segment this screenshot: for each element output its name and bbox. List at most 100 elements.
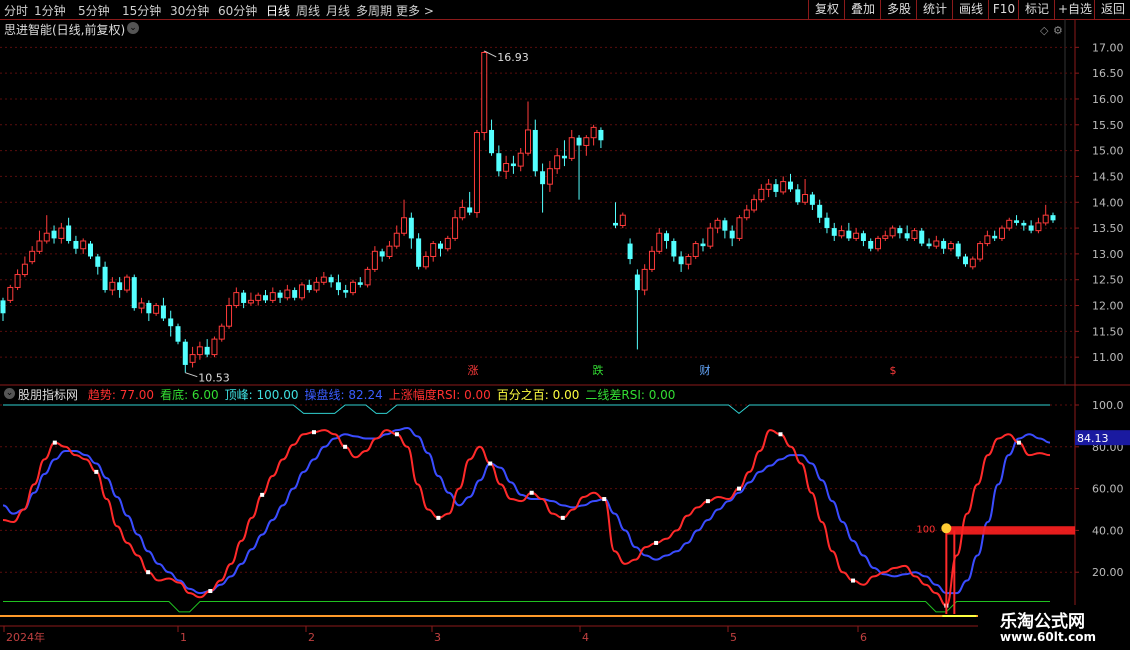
candle-body	[1014, 220, 1020, 223]
candle-body	[875, 237, 881, 250]
candle-body	[226, 305, 233, 327]
candle-body	[846, 230, 852, 239]
candle-body	[123, 276, 130, 291]
trend-marker	[778, 432, 783, 437]
candle-body	[43, 232, 50, 242]
candle-body	[671, 240, 677, 257]
candle-body	[700, 243, 706, 247]
toolbar-button-6[interactable]: 标记	[1018, 0, 1055, 19]
candle-body	[175, 326, 181, 342]
candle-body	[102, 266, 108, 291]
tab-4[interactable]: 30分钟	[170, 2, 209, 19]
candle-body	[641, 268, 648, 291]
kline-chart[interactable]: ◇ ⚙ 16.9310.53涨跌财 $ 17.0016.5016.0015.5015…	[0, 19, 1130, 650]
toolbar-button-4[interactable]: 画线	[952, 0, 989, 19]
time-label: 2024年	[6, 630, 45, 644]
settings-icon: ⚙	[1053, 24, 1063, 37]
candle-body	[969, 258, 976, 268]
toolbar-button-3[interactable]: 统计	[916, 0, 953, 19]
price-tick-label: 15.00	[1092, 145, 1124, 158]
current-value-label: 84.13	[1077, 432, 1109, 445]
candle-body	[904, 233, 910, 239]
indicator-legend: 股朋指标网 趋势: 77.00 看底: 6.00 顶峰: 100.00 操盘线: 82…	[18, 386, 681, 403]
candle-body	[656, 232, 663, 252]
watermark-url: www.60lt.com	[1000, 630, 1097, 644]
candle-body	[802, 194, 809, 203]
tab-10[interactable]: 更多 >	[396, 2, 434, 19]
candle-body	[401, 217, 408, 234]
candle-body	[496, 153, 502, 172]
candle-body	[422, 255, 429, 268]
candle-body	[313, 281, 320, 291]
trend-marker	[705, 499, 710, 504]
tab-6[interactable]: 日线	[266, 2, 290, 19]
candle-body	[277, 292, 283, 298]
candle-body	[371, 250, 378, 270]
indicator-collapse-icon[interactable]: ⌄	[4, 388, 15, 399]
candle-body	[58, 227, 65, 239]
candle-body	[1021, 222, 1027, 226]
candle-body	[1028, 225, 1034, 231]
candle-body	[736, 217, 743, 239]
trend-marker	[654, 540, 659, 545]
candle-body	[503, 163, 510, 172]
candle-body	[685, 255, 692, 265]
candle-body	[218, 325, 225, 340]
candle-body	[430, 243, 437, 257]
period-toolbar: 分时 1分钟 5分钟 15分钟 30分钟 60分钟 日线 周线 月线 多周期 更多 > 复权 叠加 多股…	[0, 0, 1130, 20]
candle-body	[583, 137, 590, 146]
candle-body	[765, 183, 772, 190]
low-price-label: 10.53	[198, 372, 230, 385]
diamond-icon: ◇	[1040, 24, 1049, 37]
toolbar-button-2[interactable]: 多股	[880, 0, 917, 19]
candle-body	[743, 209, 750, 219]
price-tick-label: 17.00	[1092, 41, 1124, 54]
candle-body	[561, 155, 567, 159]
candle-body	[7, 286, 14, 301]
candle-body	[692, 243, 699, 257]
candle-body	[941, 240, 947, 249]
legend-item-6: 二线差RSI: 0.00	[585, 388, 676, 402]
candle-body	[393, 232, 400, 247]
tab-5[interactable]: 60分钟	[218, 2, 257, 19]
candle-body	[613, 222, 618, 226]
tab-9[interactable]: 多周期	[356, 2, 392, 19]
tab-7[interactable]: 周线	[296, 2, 320, 19]
indicator-tick-label: 100.0	[1092, 399, 1124, 412]
candle-body	[473, 132, 480, 214]
trend-marker	[394, 432, 399, 437]
candle-body	[343, 290, 349, 293]
candle-body	[284, 289, 291, 299]
candle-body	[211, 338, 218, 356]
price-tick-label: 12.00	[1092, 300, 1124, 313]
candle-body	[263, 295, 268, 301]
toolbar-button-5[interactable]: F10	[988, 0, 1019, 19]
candle-body	[788, 181, 793, 190]
tab-3[interactable]: 15分钟	[122, 2, 161, 19]
candle-body	[838, 230, 845, 237]
tab-0[interactable]: 分时	[4, 2, 28, 19]
trend-marker	[488, 461, 493, 466]
time-label: 1	[180, 631, 187, 644]
candle-body	[196, 346, 203, 356]
toolbar-button-8[interactable]: 返回	[1094, 0, 1130, 19]
toolbar-button-1[interactable]: 叠加	[844, 0, 881, 19]
candle-body	[36, 240, 43, 252]
time-axis: 2024年 1 2 3 4 5 6	[3, 626, 867, 644]
candle-body	[707, 227, 714, 247]
tab-8[interactable]: 月线	[326, 2, 350, 19]
price-tick-label: 14.50	[1092, 170, 1124, 183]
toolbar-button-0[interactable]: 复权	[808, 0, 845, 19]
high-price-label: 16.93	[497, 51, 529, 64]
peak-line	[3, 404, 1050, 415]
trend-marker	[52, 440, 57, 445]
tab-1[interactable]: 1分钟	[34, 2, 66, 19]
candle-body	[1042, 214, 1049, 224]
candle-body	[255, 294, 262, 301]
candle-body	[751, 199, 758, 211]
candle-body	[824, 217, 830, 229]
toolbar-button-7[interactable]: +自选	[1054, 0, 1095, 19]
candle-body	[634, 274, 640, 291]
candle-body	[517, 152, 524, 167]
tab-2[interactable]: 5分钟	[78, 2, 110, 19]
